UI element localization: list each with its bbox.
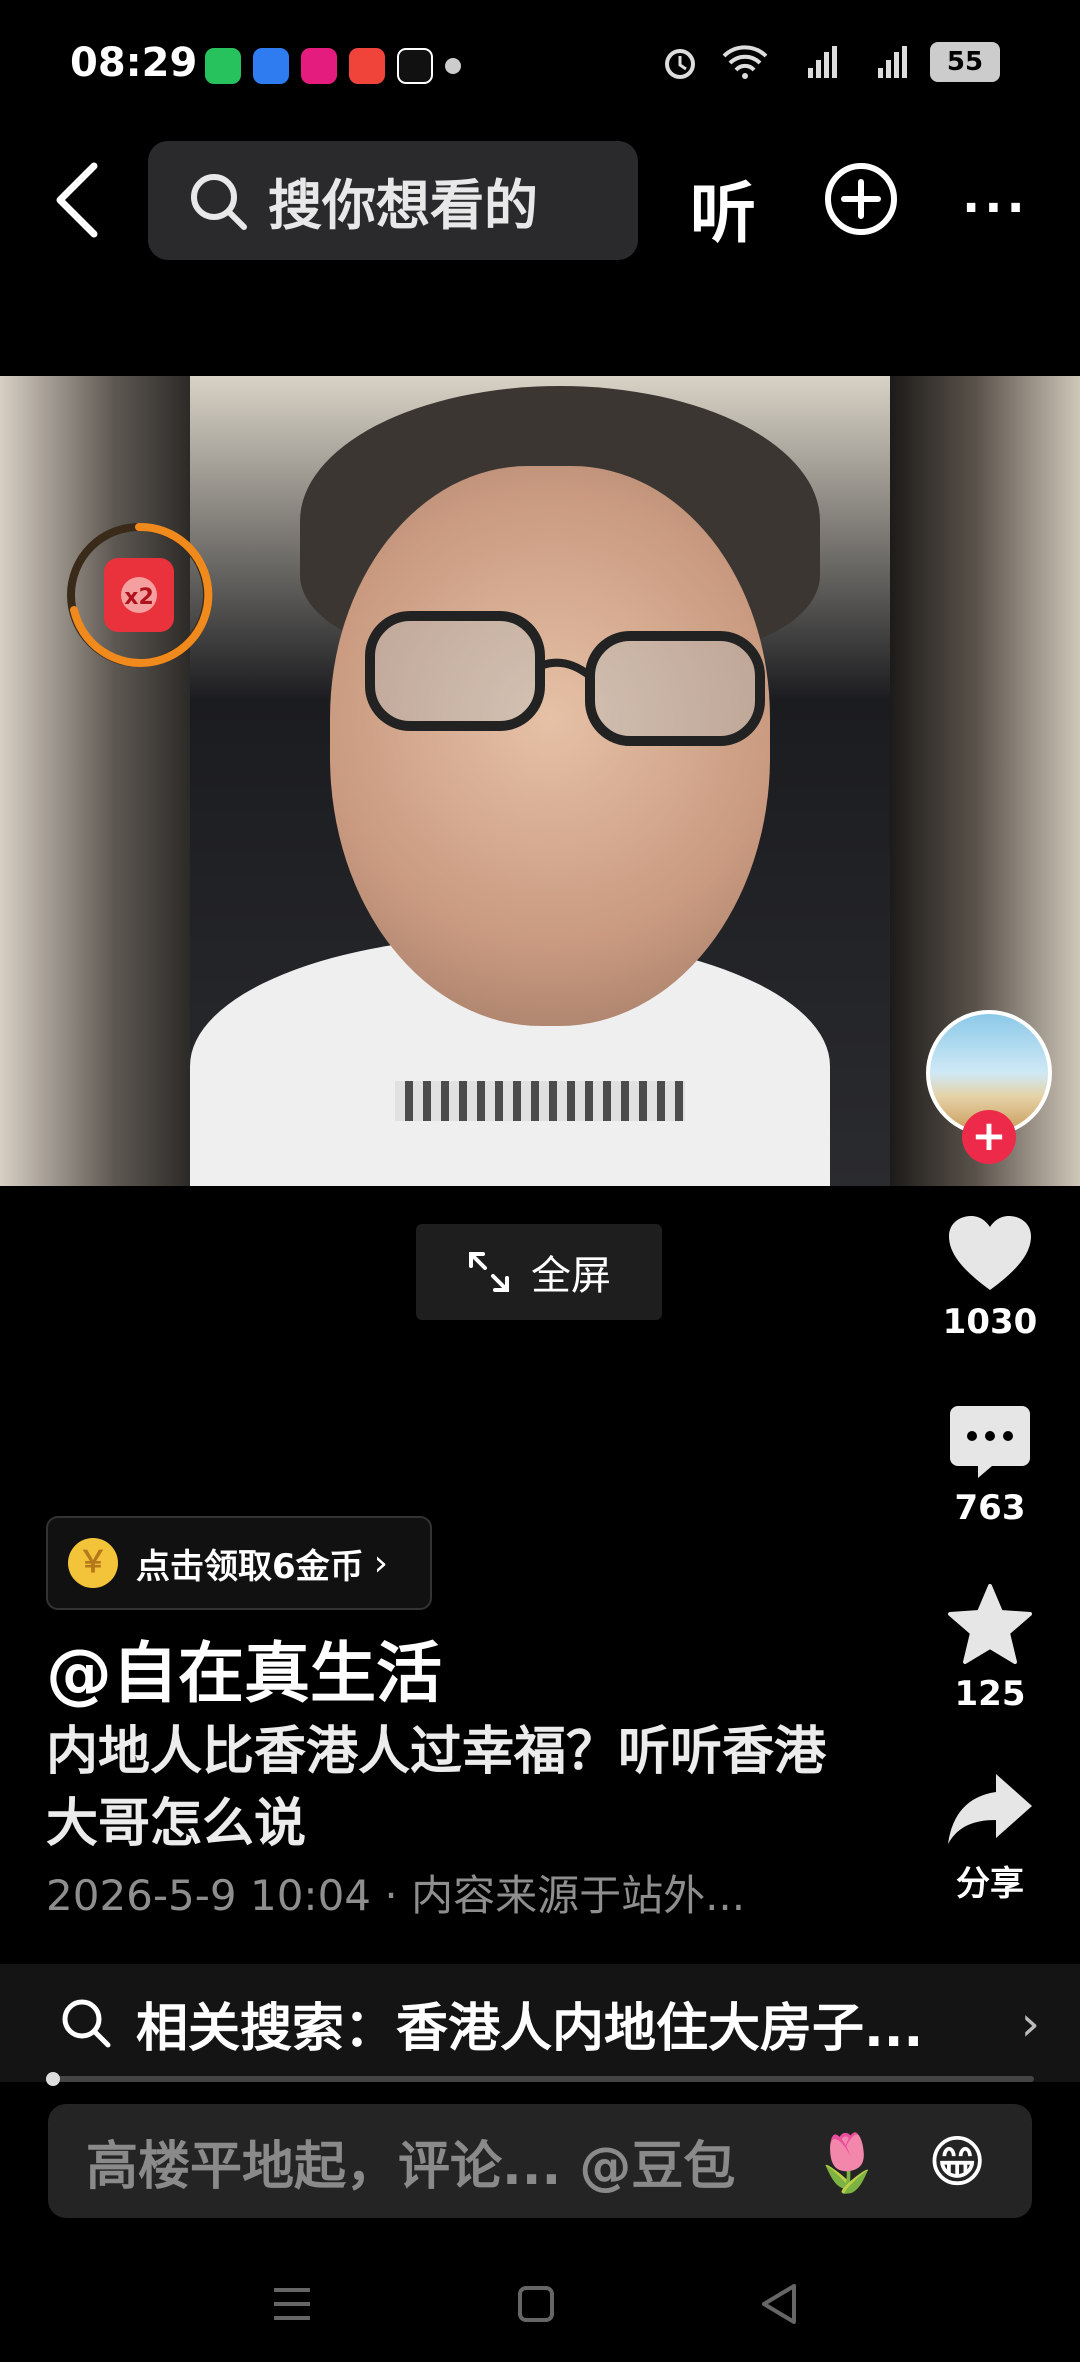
listen-button[interactable]: 听 <box>690 160 756 256</box>
video-player[interactable] <box>0 376 1080 1186</box>
menu-nav-icon[interactable] <box>262 2274 322 2334</box>
more-options-icon[interactable]: ··· <box>962 180 1029 236</box>
like-count: 1030 <box>942 1302 1038 1342</box>
author-name[interactable]: @自在真生活 <box>46 1620 442 1716</box>
comment-placeholder: 高楼平地起，评论... @豆包 <box>86 2136 736 2197</box>
signal-5g-icon <box>808 46 837 78</box>
claim-coins-label: 点击领取6金币 <box>136 1546 364 1587</box>
follow-plus-icon[interactable]: + <box>962 1110 1016 1164</box>
heart-icon <box>949 1216 1031 1290</box>
video-subject-glasses <box>365 611 765 746</box>
grin-emoji-button[interactable]: 😁 <box>928 2130 986 2195</box>
video-progress-track[interactable] <box>46 2076 1034 2082</box>
comment-count: 763 <box>954 1488 1026 1528</box>
related-search-bar[interactable]: 相关搜索：香港人内地住大房子... › <box>0 1964 1080 2082</box>
signal-5g-icon <box>878 46 907 78</box>
blue-app-icon <box>253 48 289 84</box>
tulip-emoji-button[interactable]: 🌷 <box>812 2130 882 2196</box>
video-subject-face <box>330 466 770 1026</box>
back-arrow-icon[interactable] <box>52 160 102 240</box>
status-time: 08:29 <box>70 40 198 86</box>
claim-coins-button[interactable]: ￥ 点击领取6金币 › <box>46 1516 432 1610</box>
store-app-icon <box>301 48 337 84</box>
coin-icon: ￥ <box>68 1538 118 1588</box>
favorite-action[interactable]: 125 <box>925 1584 1055 1714</box>
video-subtitle-blur <box>395 1081 685 1121</box>
alarm-icon <box>665 49 695 79</box>
star-icon <box>948 1584 1032 1664</box>
comment-action[interactable]: 763 <box>925 1404 1055 1528</box>
red-packet-reward-icon[interactable]: x2 <box>64 520 214 670</box>
share-label: 分享 <box>956 1864 1024 1904</box>
status-app-icons <box>205 48 461 84</box>
home-nav-icon[interactable] <box>506 2274 566 2334</box>
post-meta: 2026-5-9 10:04 · 内容来源于站外... <box>46 1871 746 1920</box>
back-nav-icon[interactable] <box>750 2274 810 2334</box>
add-circle-icon[interactable] <box>824 162 898 236</box>
search-icon <box>62 1999 111 2048</box>
like-action[interactable]: 1030 <box>925 1214 1055 1342</box>
related-search-label: 相关搜索：香港人内地住大房子... <box>136 1998 924 2059</box>
post-description: 内地人比香港人过幸福？听听香港大哥怎么说 <box>46 1722 827 1854</box>
search-bar[interactable]: 搜你想看的 <box>148 141 638 260</box>
share-arrow-icon <box>948 1774 1032 1844</box>
search-placeholder: 搜你想看的 <box>268 174 538 237</box>
tiktok-app-icon <box>397 48 433 84</box>
video-app-icon <box>349 48 385 84</box>
video-progress-thumb[interactable] <box>46 2072 60 2086</box>
comment-input[interactable]: 高楼平地起，评论... @豆包 <box>48 2104 1032 2218</box>
fullscreen-label: 全屏 <box>531 1253 611 1299</box>
red-packet-multiplier: x2 <box>124 585 154 610</box>
share-action[interactable]: 分享 <box>925 1770 1055 1905</box>
comment-bubble-icon <box>950 1406 1030 1478</box>
more-notifications-icon <box>445 58 461 74</box>
video-blur-left <box>0 376 190 1186</box>
search-icon <box>191 173 247 230</box>
wifi-icon <box>722 45 768 79</box>
chevron-right-icon: › <box>373 1542 389 1584</box>
status-system-icons: 55 <box>660 42 1000 82</box>
fullscreen-button[interactable]: 全屏 <box>416 1224 662 1320</box>
favorite-count: 125 <box>954 1674 1026 1714</box>
expand-icon <box>469 1252 509 1292</box>
wechat-app-icon <box>205 48 241 84</box>
chevron-right-icon: › <box>1020 1996 1040 2052</box>
battery-indicator: 55 <box>930 42 1000 82</box>
